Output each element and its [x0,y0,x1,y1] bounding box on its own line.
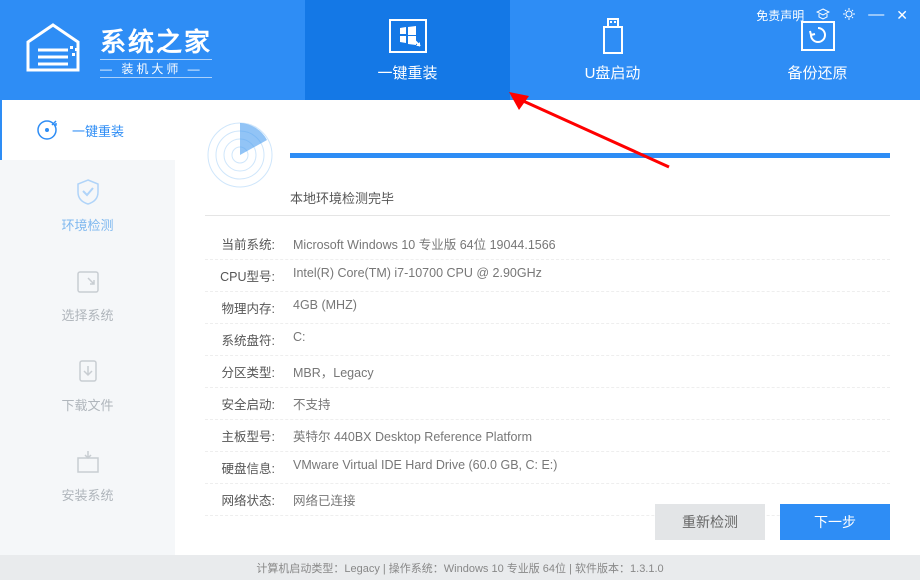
info-label: 网络状态: [205,490,275,509]
tab-usb-boot[interactable]: U盘启动 [510,0,715,100]
app-title: 系统之家 [100,22,212,59]
footer-status: 计算机启动类型：Legacy | 操作系统：Windows 10 专业版 64位… [0,555,920,580]
logo-icon [18,20,88,80]
sidebar-item-download[interactable]: 下载文件 [0,340,175,430]
info-row: 系统盘符: C: [205,324,890,356]
tab-label: 备份还原 [787,62,847,83]
sidebar-item-install[interactable]: 安装系统 [0,430,175,520]
info-value: MBR，Legacy [293,362,890,381]
info-row: CPU型号: Intel(R) Core(TM) i7-10700 CPU @ 2… [205,260,890,292]
radar-icon [205,120,275,190]
info-label: 分区类型: [205,362,275,381]
close-icon[interactable]: ✕ [896,7,908,24]
windows-reinstall-icon [388,18,428,54]
sidebar-item-env-check[interactable]: 环境检测 [0,160,175,250]
info-label: 安全启动: [205,394,275,413]
sidebar: 一键重装 环境检测 选择系统 下载文件 安装系统 [0,100,175,555]
info-row: 当前系统: Microsoft Windows 10 专业版 64位 19044.… [205,228,890,260]
logo-area: 系统之家 — 装机大师 — [0,0,305,100]
info-label: 当前系统: [205,234,275,253]
info-label: 物理内存: [205,298,275,317]
sidebar-item-label: 安装系统 [61,485,113,504]
info-row: 硬盘信息: VMware Virtual IDE Hard Drive (60.0… [205,452,890,484]
main-panel: 本地环境检测完毕 当前系统: Microsoft Windows 10 专业版 6… [175,100,920,555]
info-row: 安全启动: 不支持 [205,388,890,420]
info-value: 不支持 [293,394,890,413]
recheck-button[interactable]: 重新检测 [655,504,765,540]
info-value: 英特尔 440BX Desktop Reference Platform [293,426,890,445]
info-label: 主板型号: [205,426,275,445]
info-row: 物理内存: 4GB (MHZ) [205,292,890,324]
info-value: C: [293,330,890,349]
info-label: CPU型号: [205,266,275,285]
sidebar-item-select-system[interactable]: 选择系统 [0,250,175,340]
graduate-icon[interactable] [816,8,830,23]
install-icon [73,447,103,477]
select-system-icon [73,267,103,297]
usb-boot-icon [593,18,633,54]
app-subtitle: — 装机大师 — [100,59,212,78]
info-label: 系统盘符: [205,330,275,349]
info-row: 主板型号: 英特尔 440BX Desktop Reference Platfor… [205,420,890,452]
sidebar-item-label: 选择系统 [61,305,113,324]
download-icon [73,357,103,387]
divider [205,215,890,216]
header: 系统之家 — 装机大师 — 一键重装 U盘启动 备份还原 免责声明 — ✕ [0,0,920,100]
sidebar-item-label: 环境检测 [61,215,113,234]
disclaimer-link[interactable]: 免责声明 [756,7,804,24]
next-button[interactable]: 下一步 [780,504,890,540]
info-label: 硬盘信息: [205,458,275,477]
info-value: 4GB (MHZ) [293,298,890,317]
progress-status: 本地环境检测完毕 [290,188,890,207]
shield-check-icon [73,177,103,207]
info-row: 分区类型: MBR，Legacy [205,356,890,388]
tab-label: U盘启动 [585,62,641,83]
minimize-icon[interactable]: — [868,6,884,24]
tab-reinstall[interactable]: 一键重装 [305,0,510,100]
info-value: VMware Virtual IDE Hard Drive (60.0 GB, … [293,458,890,477]
tab-label: 一键重装 [377,62,437,83]
target-icon [32,115,62,145]
info-value: Microsoft Windows 10 专业版 64位 19044.1566 [293,234,890,253]
sidebar-item-reinstall[interactable]: 一键重装 [0,100,175,160]
gear-icon[interactable] [842,7,856,24]
info-value: Intel(R) Core(TM) i7-10700 CPU @ 2.90GHz [293,266,890,285]
titlebar: 免责声明 — ✕ [756,6,908,24]
sidebar-item-label: 下载文件 [61,395,113,414]
progress-bar [290,153,890,158]
sidebar-item-label: 一键重装 [72,121,124,140]
